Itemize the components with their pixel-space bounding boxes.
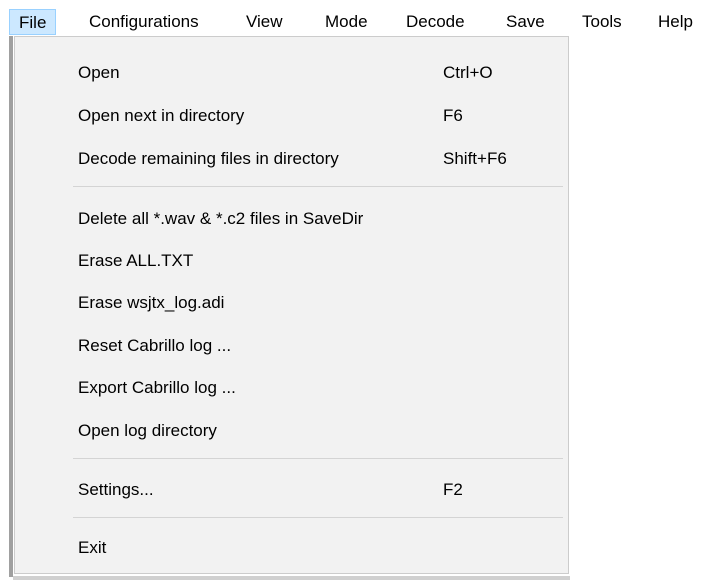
menu-item-exit[interactable]: Exit [15,533,568,563]
menu-item-label: Open [78,63,120,82]
menu-left-border [9,36,13,577]
menu-separator [73,517,563,518]
menu-item-shortcut: Shift+F6 [443,149,507,168]
menu-configurations[interactable]: Configurations [80,9,208,35]
menu-item-delete-wav-c2[interactable]: Delete all *.wav & *.c2 files in SaveDir [15,204,568,234]
menu-item-erase-all-txt[interactable]: Erase ALL.TXT [15,246,568,276]
file-menu-dropdown: Open Ctrl+O Open next in directory F6 De… [9,36,570,580]
menu-item-label: Decode remaining files in directory [78,149,339,168]
menu-mode[interactable]: Mode [316,9,377,35]
menu-item-label: Erase wsjtx_log.adi [78,293,225,312]
menu-separator [73,458,563,459]
menu-save[interactable]: Save [497,9,554,35]
menu-item-label: Erase ALL.TXT [78,251,194,270]
menu-item-label: Open log directory [78,421,217,440]
menu-separator [73,186,563,187]
menu-item-label: Export Cabrillo log ... [78,378,236,397]
menu-item-label: Settings... [78,480,154,499]
menu-item-label: Reset Cabrillo log ... [78,336,232,355]
menu-item-open-next[interactable]: Open next in directory F6 [15,101,568,131]
menu-item-label: Exit [78,538,107,557]
menu-item-label: Open next in directory [78,106,245,125]
menu-item-label: Delete all *.wav & *.c2 files in SaveDir [78,209,364,228]
menu-help[interactable]: Help [649,9,702,35]
menu-view[interactable]: View [237,9,292,35]
menu-item-shortcut: Ctrl+O [443,63,493,82]
menu-item-erase-wsjtx-log[interactable]: Erase wsjtx_log.adi [15,288,568,318]
menu-item-shortcut: F2 [443,480,463,499]
file-menu-panel: Open Ctrl+O Open next in directory F6 De… [14,36,569,574]
menu-item-open[interactable]: Open Ctrl+O [15,58,568,88]
menu-item-decode-remaining[interactable]: Decode remaining files in directory Shif… [15,144,568,174]
menu-item-open-log-directory[interactable]: Open log directory [15,416,568,446]
menu-item-reset-cabrillo[interactable]: Reset Cabrillo log ... [15,331,568,361]
menu-decode[interactable]: Decode [397,9,474,35]
menu-bar: File Configurations View Mode Decode Sav… [0,0,703,40]
menu-item-export-cabrillo[interactable]: Export Cabrillo log ... [15,373,568,403]
menu-item-settings[interactable]: Settings... F2 [15,475,568,505]
menu-file[interactable]: File [9,9,57,35]
menu-item-shortcut: F6 [443,106,463,125]
menu-tools[interactable]: Tools [573,9,631,35]
